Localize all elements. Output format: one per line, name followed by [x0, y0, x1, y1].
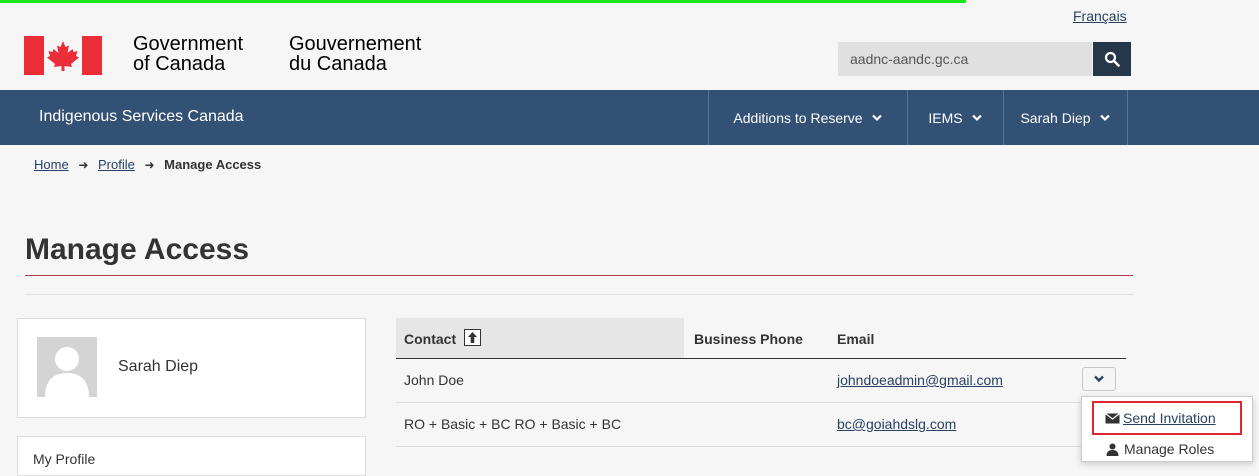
row-actions-button[interactable] — [1082, 367, 1116, 391]
breadcrumb-profile[interactable]: Profile — [98, 157, 135, 172]
chevron-down-icon — [1099, 114, 1110, 121]
top-accent-line — [0, 0, 966, 3]
menu-iems[interactable]: IEMS — [907, 90, 1003, 145]
chevron-down-icon — [1094, 375, 1104, 383]
search-button[interactable] — [1093, 42, 1131, 76]
avatar-icon — [37, 337, 97, 397]
column-header-phone: Business Phone — [694, 331, 803, 347]
cell-contact: RO + Basic + BC RO + Basic + BC — [404, 416, 622, 432]
chevron-down-icon — [871, 114, 882, 121]
menu-label: IEMS — [928, 109, 963, 126]
menu-divider — [1127, 90, 1128, 145]
sort-up-icon[interactable] — [464, 329, 481, 346]
column-header-contact[interactable]: Contact — [404, 331, 456, 347]
column-header-email: Email — [837, 331, 875, 347]
user-icon — [1106, 443, 1119, 456]
site-brand[interactable]: Indigenous Services Canada — [39, 108, 244, 126]
gov-fr-line2: du Canada — [289, 53, 387, 75]
gov-en-line1: Government — [133, 33, 244, 55]
manage-roles-label: Manage Roles — [1124, 441, 1215, 457]
menu-label: Additions to Reserve — [733, 109, 863, 126]
menu-label: Sarah Diep — [1020, 109, 1091, 126]
cell-email-link[interactable]: bc@goiahdslg.com — [837, 416, 956, 432]
menu-user-account[interactable]: Sarah Diep — [1003, 90, 1127, 145]
highlight-box — [1092, 401, 1242, 435]
sidebar-item-my-profile[interactable]: My Profile — [33, 451, 95, 467]
canada-flag-icon — [24, 36, 102, 75]
gov-wordmark-fr: Gouvernement du Canada — [289, 34, 421, 74]
chevron-down-icon — [971, 114, 982, 121]
row-divider — [396, 402, 1126, 403]
header-underline — [396, 358, 1126, 359]
search-input[interactable]: aadnc-aandc.gc.ca — [838, 42, 1092, 76]
gov-fr-line1: Gouvernement — [289, 33, 422, 55]
row-divider — [396, 446, 1126, 447]
gov-en-line2: of Canada — [133, 53, 226, 75]
breadcrumb: Home ➜ Profile ➜ Manage Access — [34, 157, 261, 172]
language-link[interactable]: Français — [1073, 8, 1127, 24]
search-icon — [1104, 51, 1120, 67]
section-divider — [25, 294, 1133, 295]
arrow-right-icon: ➜ — [144, 158, 155, 172]
menu-additions-to-reserve[interactable]: Additions to Reserve — [708, 90, 907, 145]
gov-wordmark-en: Government of Canada — [133, 34, 243, 74]
page-title: Manage Access — [25, 233, 250, 266]
menu-item-manage-roles[interactable]: Manage Roles — [1106, 441, 1214, 457]
breadcrumb-current: Manage Access — [164, 157, 262, 172]
user-name: Sarah Diep — [118, 358, 199, 375]
cell-email-link[interactable]: johndoeadmin@gmail.com — [837, 372, 1003, 388]
cell-contact: John Doe — [404, 372, 464, 388]
arrow-right-icon: ➜ — [78, 158, 89, 172]
breadcrumb-home[interactable]: Home — [34, 157, 69, 172]
title-underline — [25, 275, 1133, 276]
